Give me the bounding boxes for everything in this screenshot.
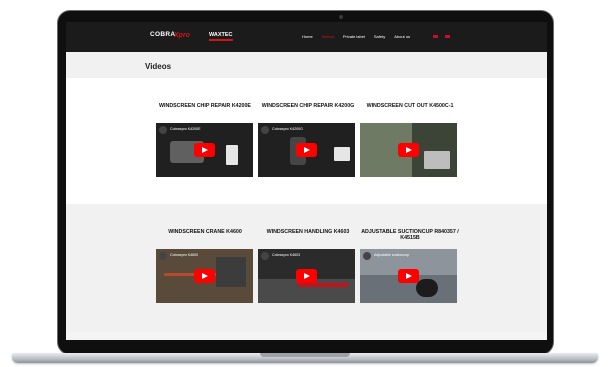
camera-icon bbox=[339, 15, 343, 19]
video-thumbnail[interactable]: Cobraxpro K4200G bbox=[258, 123, 355, 177]
video-thumbnail[interactable]: Cobraxpro K4600 bbox=[156, 249, 253, 303]
nav-private-label[interactable]: Private label bbox=[343, 34, 365, 39]
thumbnail-image bbox=[216, 257, 246, 287]
channel-avatar bbox=[159, 126, 167, 134]
screen: COBRA Xpro WAXTEC Home Videos Private la… bbox=[66, 22, 547, 340]
thumbnail-image bbox=[298, 283, 348, 287]
logo-brand[interactable]: WAXTEC bbox=[209, 32, 233, 41]
video-thumbnail[interactable] bbox=[360, 123, 457, 177]
thumbnail-image bbox=[424, 151, 450, 169]
laptop-notch bbox=[260, 353, 350, 357]
video-title: WINDSCREEN HANDLING K4603 bbox=[266, 229, 350, 235]
thumbnail-image bbox=[334, 147, 350, 161]
nav-home[interactable]: Home bbox=[302, 34, 313, 39]
logo-cobra[interactable]: COBRA bbox=[150, 31, 175, 38]
video-title: ADJUSTABLE SUCTIONCUP R840357 / K4515B bbox=[361, 229, 459, 242]
thumbnail-image bbox=[226, 145, 238, 165]
flag-icon[interactable] bbox=[445, 35, 450, 38]
play-button-icon[interactable] bbox=[194, 269, 215, 283]
play-button-icon[interactable] bbox=[398, 269, 419, 283]
thumbnail-title: Cobraxpro K4200E bbox=[170, 127, 201, 131]
play-button-icon[interactable] bbox=[194, 143, 215, 157]
thumbnail-title: Cobraxpro K4600 bbox=[170, 253, 199, 257]
video-thumbnail[interactable]: Adjustable suctioncup bbox=[360, 249, 457, 303]
thumbnail-title: Adjustable suctioncup bbox=[374, 253, 409, 257]
page-header bbox=[66, 52, 547, 78]
video-title: WINDSCREEN CHIP REPAIR K4200E bbox=[159, 103, 251, 109]
play-button-icon[interactable] bbox=[296, 143, 317, 157]
main-nav: Home Videos Private label Safety About u… bbox=[302, 34, 410, 39]
thumbnail-title: Cobraxpro K4200G bbox=[272, 127, 303, 131]
video-thumbnail[interactable]: Cobraxpro K4200E bbox=[156, 123, 253, 177]
nav-about-us[interactable]: About us bbox=[394, 34, 410, 39]
video-title: WINDSCREEN CUT OUT K4500C-1 bbox=[366, 103, 454, 109]
channel-avatar bbox=[363, 252, 371, 260]
channel-avatar bbox=[261, 126, 269, 134]
play-button-icon[interactable] bbox=[296, 269, 317, 283]
top-navigation-bar: COBRA Xpro WAXTEC Home Videos Private la… bbox=[66, 22, 547, 52]
video-thumbnail[interactable]: Cobraxpro K4603 bbox=[258, 249, 355, 303]
thumbnail-image bbox=[416, 279, 438, 297]
video-title: WINDSCREEN CHIP REPAIR K4200G bbox=[261, 103, 355, 109]
logo-xpro[interactable]: Xpro bbox=[174, 32, 190, 39]
video-title: WINDSCREEN CRANE K4600 bbox=[168, 229, 242, 235]
channel-avatar bbox=[261, 252, 269, 260]
nav-safety[interactable]: Safety bbox=[374, 34, 385, 39]
flag-icon[interactable] bbox=[433, 35, 438, 38]
nav-videos[interactable]: Videos bbox=[322, 34, 334, 39]
thumbnail-title: Cobraxpro K4603 bbox=[272, 253, 301, 257]
play-button-icon[interactable] bbox=[398, 143, 419, 157]
page-title: Videos bbox=[145, 62, 172, 71]
channel-avatar bbox=[159, 252, 167, 260]
